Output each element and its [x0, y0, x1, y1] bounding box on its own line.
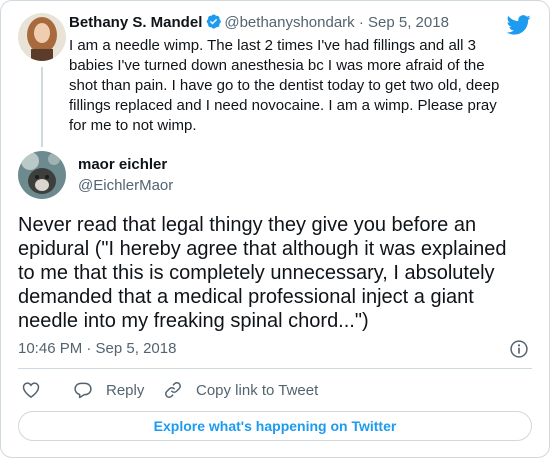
parent-tweet-header: Bethany S. Mandel @bethanyshondark · Sep … — [69, 13, 509, 33]
info-icon[interactable] — [509, 339, 529, 359]
embedded-tweet-card: Bethany S. Mandel @bethanyshondark · Sep … — [0, 0, 550, 458]
copy-link-label: Copy link to Tweet — [196, 381, 319, 399]
tweet-text: Never read that legal thingy they give y… — [18, 214, 507, 332]
copy-link-button[interactable]: Copy link to Tweet — [163, 380, 318, 400]
thread-connector-line — [41, 67, 43, 147]
reply-label: Reply — [106, 381, 145, 399]
author-name[interactable]: maor eichler — [78, 156, 167, 173]
twitter-bird-icon[interactable] — [507, 15, 531, 35]
parent-tweet-text: I am a needle wimp. The last 2 times I'v… — [69, 37, 500, 134]
parent-author-name[interactable]: Bethany S. Mandel — [69, 14, 202, 31]
author-handle[interactable]: @EichlerMaor — [78, 177, 173, 194]
tweet-timestamp[interactable]: 10:46 PM · Sep 5, 2018 — [18, 340, 176, 357]
like-button[interactable] — [21, 380, 41, 400]
actions-divider — [18, 368, 532, 369]
verified-badge-icon — [207, 14, 222, 29]
author-avatar[interactable] — [18, 151, 66, 199]
reply-button[interactable]: Reply — [73, 380, 144, 400]
header-separator: · — [358, 14, 364, 31]
parent-avatar[interactable] — [18, 13, 66, 61]
parent-tweet-body: Bethany S. Mandel @bethanyshondark · Sep … — [69, 13, 509, 136]
parent-tweet-date[interactable]: Sep 5, 2018 — [368, 14, 449, 31]
heart-icon — [22, 382, 40, 398]
reply-bubble-icon — [74, 382, 92, 399]
link-icon — [165, 382, 181, 398]
explore-twitter-button[interactable]: Explore what's happening on Twitter — [18, 411, 532, 441]
parent-author-handle[interactable]: @bethanyshondark — [224, 14, 354, 31]
